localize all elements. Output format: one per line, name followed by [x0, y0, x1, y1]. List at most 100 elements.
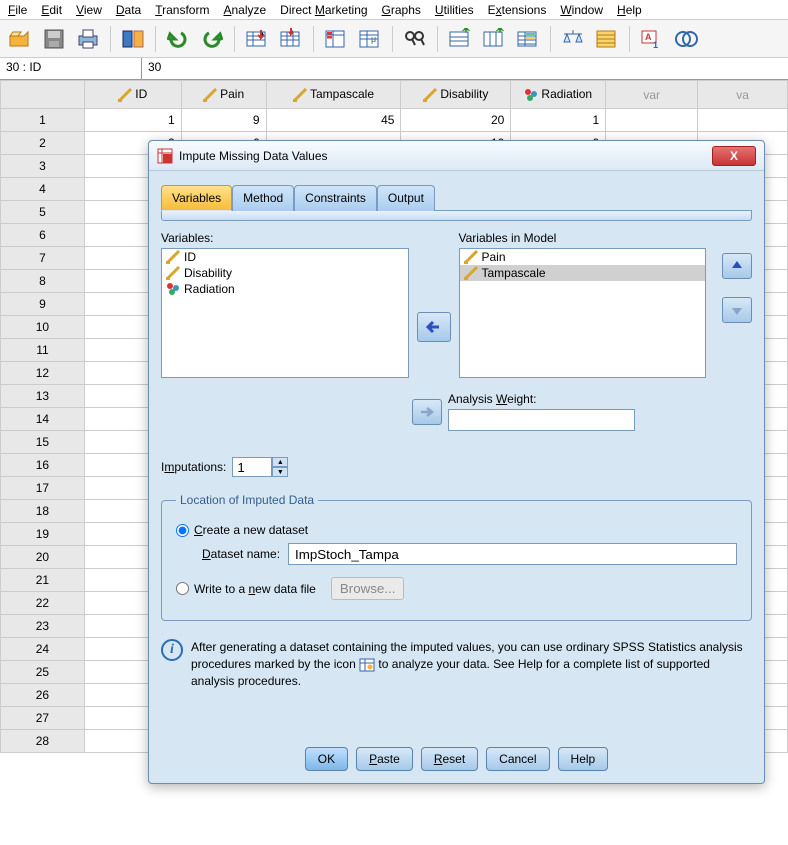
- save-icon[interactable]: [40, 25, 68, 53]
- list-item[interactable]: Tampascale: [460, 265, 706, 281]
- move-up-button[interactable]: [722, 253, 752, 279]
- row-header[interactable]: 18: [1, 500, 85, 523]
- menu-analyze[interactable]: Analyze: [223, 3, 266, 17]
- row-header[interactable]: 14: [1, 408, 85, 431]
- reset-button[interactable]: Reset: [421, 747, 478, 771]
- menu-window[interactable]: Window: [560, 3, 603, 17]
- recall-dialog-icon[interactable]: [119, 25, 147, 53]
- paste-button[interactable]: Paste: [356, 747, 413, 771]
- row-header[interactable]: 1: [1, 109, 85, 132]
- insert-case-icon[interactable]: ✶: [446, 25, 474, 53]
- row-header[interactable]: 26: [1, 684, 85, 707]
- menu-data[interactable]: Data: [116, 3, 141, 17]
- list-item[interactable]: ID: [162, 249, 408, 265]
- row-header[interactable]: 15: [1, 431, 85, 454]
- help-button[interactable]: Help: [558, 747, 609, 771]
- column-header-pain[interactable]: Pain: [181, 81, 266, 109]
- row-header[interactable]: 8: [1, 270, 85, 293]
- open-icon[interactable]: [6, 25, 34, 53]
- row-header[interactable]: 2: [1, 132, 85, 155]
- undo-icon[interactable]: [164, 25, 192, 53]
- column-header-disability[interactable]: Disability: [401, 81, 511, 109]
- menu-file[interactable]: File: [8, 3, 27, 17]
- row-header[interactable]: 7: [1, 247, 85, 270]
- row-header[interactable]: 6: [1, 224, 85, 247]
- imputations-spinner[interactable]: ▲ ▼: [232, 457, 288, 477]
- menu-edit[interactable]: Edit: [41, 3, 62, 17]
- dialog-titlebar[interactable]: Impute Missing Data Values X: [149, 141, 764, 171]
- menu-transform[interactable]: Transform: [155, 3, 209, 17]
- menu-view[interactable]: View: [76, 3, 102, 17]
- row-header[interactable]: 13: [1, 385, 85, 408]
- tab-variables[interactable]: Variables: [161, 185, 232, 211]
- row-header[interactable]: 12: [1, 362, 85, 385]
- cell[interactable]: 45: [266, 109, 401, 132]
- tab-output[interactable]: Output: [377, 185, 435, 211]
- row-header[interactable]: 25: [1, 661, 85, 684]
- cell-ref-value[interactable]: 30: [142, 58, 788, 79]
- select-cases-icon[interactable]: [593, 25, 621, 53]
- row-header[interactable]: 21: [1, 569, 85, 592]
- column-header-empty-1[interactable]: var: [606, 81, 698, 109]
- row-header[interactable]: 19: [1, 523, 85, 546]
- tab-constraints[interactable]: Constraints: [294, 185, 377, 211]
- imputations-down[interactable]: ▼: [272, 467, 288, 477]
- move-to-model-button[interactable]: [417, 312, 451, 342]
- row-header[interactable]: 3: [1, 155, 85, 178]
- value-labels-icon[interactable]: A1: [638, 25, 666, 53]
- menu-graphs[interactable]: Graphs: [382, 3, 421, 17]
- ok-button[interactable]: OK: [305, 747, 348, 771]
- print-icon[interactable]: [74, 25, 102, 53]
- column-header-radiation[interactable]: Radiation: [511, 81, 606, 109]
- variables-listbox[interactable]: IDDisabilityRadiation: [161, 248, 409, 378]
- row-header[interactable]: 27: [1, 707, 85, 730]
- cell[interactable]: 20: [401, 109, 511, 132]
- cell[interactable]: 1: [511, 109, 606, 132]
- column-header-tampascale[interactable]: Tampascale: [266, 81, 401, 109]
- menu-extensions[interactable]: Extensions: [488, 3, 547, 17]
- list-item[interactable]: Disability: [162, 265, 408, 281]
- row-header[interactable]: 17: [1, 477, 85, 500]
- weight-cases-icon[interactable]: [559, 25, 587, 53]
- cancel-button[interactable]: Cancel: [486, 747, 549, 771]
- model-listbox[interactable]: PainTampascale: [459, 248, 707, 378]
- move-to-weight-button[interactable]: [412, 399, 442, 425]
- move-down-button[interactable]: [722, 297, 752, 323]
- cell[interactable]: 9: [181, 109, 266, 132]
- write-file-radio[interactable]: [176, 582, 189, 595]
- goto-variable-icon[interactable]: [277, 25, 305, 53]
- use-sets-icon[interactable]: [672, 25, 700, 53]
- split-file-icon[interactable]: [514, 25, 542, 53]
- column-header-id[interactable]: ID: [84, 81, 181, 109]
- tab-method[interactable]: Method: [232, 185, 294, 211]
- row-header[interactable]: 4: [1, 178, 85, 201]
- column-header-empty-2[interactable]: va: [698, 81, 788, 109]
- list-item[interactable]: Radiation: [162, 281, 408, 297]
- row-header[interactable]: 9: [1, 293, 85, 316]
- cell[interactable]: [606, 109, 698, 132]
- create-dataset-radio[interactable]: [176, 524, 189, 537]
- row-header[interactable]: 24: [1, 638, 85, 661]
- dataset-name-input[interactable]: [288, 543, 737, 565]
- menu-help[interactable]: Help: [617, 3, 642, 17]
- row-header[interactable]: 20: [1, 546, 85, 569]
- imputations-input[interactable]: [232, 457, 272, 477]
- insert-variable-icon[interactable]: ✶: [480, 25, 508, 53]
- table-row[interactable]: 11945201: [1, 109, 788, 132]
- row-header[interactable]: 22: [1, 592, 85, 615]
- row-header[interactable]: 5: [1, 201, 85, 224]
- variables-icon[interactable]: [322, 25, 350, 53]
- row-header[interactable]: 10: [1, 316, 85, 339]
- row-header[interactable]: 16: [1, 454, 85, 477]
- list-item[interactable]: Pain: [460, 249, 706, 265]
- analysis-weight-input[interactable]: [448, 409, 635, 431]
- redo-icon[interactable]: [198, 25, 226, 53]
- row-header[interactable]: 23: [1, 615, 85, 638]
- close-button[interactable]: X: [712, 146, 756, 166]
- find-icon[interactable]: [401, 25, 429, 53]
- row-header[interactable]: 11: [1, 339, 85, 362]
- row-header[interactable]: 28: [1, 730, 85, 753]
- goto-imputation-icon[interactable]: μ: [356, 25, 384, 53]
- cell[interactable]: 1: [84, 109, 181, 132]
- cell[interactable]: [698, 109, 788, 132]
